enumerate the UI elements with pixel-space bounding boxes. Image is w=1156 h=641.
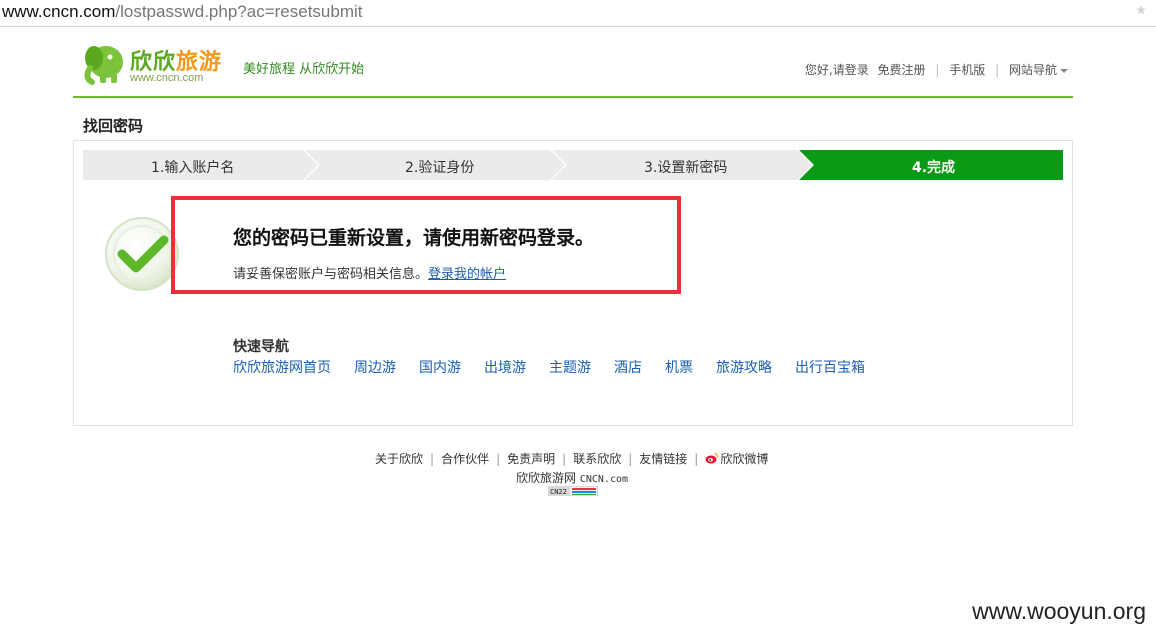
mobile-link[interactable]: 手机版 — [949, 61, 985, 78]
divider: | — [562, 452, 567, 466]
quick-link-hotel[interactable]: 酒店 — [614, 360, 642, 376]
page-title: 找回密码 — [83, 117, 144, 135]
site-logo[interactable]: 欣欣旅游 www.cncn.com — [80, 38, 230, 88]
footer-link-weibo[interactable]: 欣欣微博 — [705, 452, 768, 466]
quick-link-flights[interactable]: 机票 — [665, 360, 693, 376]
url-text[interactable]: www.cncn.com/lostpasswd.php?ac=resetsubm… — [2, 2, 362, 22]
stats-badge-label: CN22 — [550, 488, 567, 496]
weibo-icon — [705, 452, 719, 464]
quick-link-home[interactable]: 欣欣旅游网首页 — [233, 360, 331, 376]
caret-down-icon — [1060, 68, 1068, 73]
top-navigation: 您好, 请登录 免费注册 | 手机版 | 网站导航 — [805, 61, 1068, 78]
step-4: 4.完成 — [799, 150, 1063, 180]
step-3: 3.设置新密码 — [552, 150, 812, 180]
divider: | — [935, 63, 940, 77]
footer-link-about[interactable]: 关于欣欣 — [375, 452, 423, 466]
success-checkmark-icon — [105, 217, 179, 291]
watermark: www.wooyun.org — [972, 598, 1146, 624]
quick-link-theme[interactable]: 主题游 — [549, 360, 591, 376]
quick-link-outbound[interactable]: 出境游 — [484, 360, 526, 376]
quick-link-nearby[interactable]: 周边游 — [354, 360, 396, 376]
step-2-label: 2.验证身份 — [405, 160, 475, 176]
step-3-label: 3.设置新密码 — [644, 160, 728, 176]
stats-badge-icon[interactable]: CN22 — [548, 486, 598, 496]
url-path: /lostpasswd.php?ac=resetsubmit — [115, 2, 363, 21]
quick-nav-title: 快速导航 — [233, 339, 289, 355]
footer-link-partners[interactable]: 合作伙伴 — [441, 452, 489, 466]
bookmark-star-icon[interactable] — [1136, 5, 1146, 15]
divider: | — [694, 452, 699, 466]
quick-link-guides[interactable]: 旅游攻略 — [716, 360, 772, 376]
divider: | — [496, 452, 501, 466]
login-link[interactable]: 请登录 — [833, 61, 869, 78]
divider: | — [995, 63, 1000, 77]
browser-address-bar[interactable]: www.cncn.com/lostpasswd.php?ac=resetsubm… — [0, 0, 1156, 27]
header-divider — [73, 96, 1073, 98]
url-host: www.cncn.com — [2, 2, 116, 21]
divider: | — [628, 452, 633, 466]
quick-link-domestic[interactable]: 国内游 — [419, 360, 461, 376]
quick-nav-links: 欣欣旅游网首页 周边游 国内游 出境游 主题游 酒店 机票 旅游攻略 出行百宝箱 — [233, 357, 888, 377]
step-1: 1.输入账户名 — [83, 150, 318, 180]
step-4-label: 4.完成 — [912, 160, 956, 176]
login-account-link[interactable]: 登录我的帐户 — [428, 267, 506, 282]
quick-link-toolbox[interactable]: 出行百宝箱 — [795, 360, 865, 376]
elephant-logo-icon — [84, 46, 123, 85]
slogan: 美好旅程 从欣欣开始 — [243, 62, 365, 77]
greeting-text: 您好, — [804, 63, 833, 77]
footer-link-friends[interactable]: 友情链接 — [639, 452, 687, 466]
footer-copyright: 欣欣旅游网 CNCN.com — [516, 471, 629, 485]
divider: | — [430, 452, 435, 466]
result-subtext: 请妥善保密账户与密码相关信息。登录我的帐户 — [233, 267, 507, 282]
main-panel: 1.输入账户名 2.验证身份 3.设置新密码 4.完成 您的密码已重新设置，请使… — [73, 140, 1073, 426]
step-2: 2.验证身份 — [305, 150, 565, 180]
step-1-label: 1.输入账户名 — [151, 160, 235, 176]
footer-link-contact[interactable]: 联系欣欣 — [573, 452, 621, 466]
footer-link-disclaimer[interactable]: 免责声明 — [507, 452, 555, 466]
progress-steps: 1.输入账户名 2.验证身份 3.设置新密码 4.完成 — [83, 150, 1063, 180]
site-nav-dropdown[interactable]: 网站导航 — [1009, 61, 1068, 78]
result-title: 您的密码已重新设置，请使用新密码登录。 — [233, 227, 595, 249]
footer-links: 关于欣欣 | 合作伙伴 | 免责声明 | 联系欣欣 | 友情链接 | 欣欣微博 — [375, 450, 768, 467]
register-link[interactable]: 免费注册 — [878, 61, 926, 78]
logo-domain: www.cncn.com — [130, 72, 204, 84]
